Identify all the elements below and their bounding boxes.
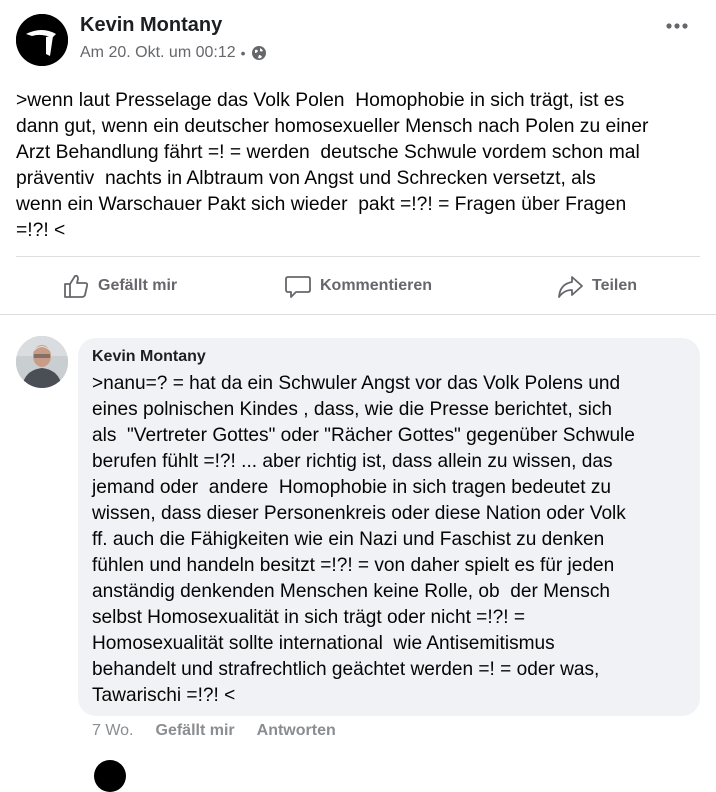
globe-icon[interactable]	[251, 45, 267, 61]
post-body-text: >wenn laut Presselage das Volk Polen Hom…	[16, 90, 649, 241]
more-horizontal-icon[interactable]	[662, 16, 692, 36]
comment-bubble-icon	[285, 276, 311, 298]
like-button-label: Gefällt mir	[98, 277, 178, 294]
comment-button-label: Kommentieren	[320, 277, 433, 294]
comment-reply-link[interactable]: Antworten	[257, 722, 336, 740]
comment-button[interactable]: Kommentieren	[284, 258, 432, 314]
meta-separator: •	[240, 45, 246, 61]
share-button-label: Teilen	[592, 277, 638, 294]
comment-author-name[interactable]: Kevin Montany	[92, 348, 206, 366]
post-author-name[interactable]: Kevin Montany	[80, 14, 222, 37]
profile-photo	[16, 336, 68, 388]
post-action-bar: Gefällt mir Kommentieren Teilen	[16, 258, 700, 314]
comment-age[interactable]: 7 Wo.	[92, 722, 134, 740]
share-arrow-icon	[558, 276, 583, 298]
comment-like-link[interactable]: Gefällt mir	[156, 722, 235, 740]
like-button[interactable]: Gefällt mir	[62, 258, 177, 314]
divider	[0, 314, 716, 315]
post-timestamp[interactable]: Am 20. Okt. um 00:12	[80, 44, 236, 62]
thumbs-up-icon	[64, 274, 89, 298]
post-meta: Am 20. Okt. um 00:12 •	[80, 44, 267, 62]
comment-author-avatar[interactable]	[16, 336, 68, 388]
post-header: Kevin Montany Am 20. Okt. um 00:12 •	[16, 12, 700, 68]
comment-actions: 7 Wo. Gefällt mir Antworten	[92, 720, 336, 742]
comment-bubble: Kevin Montany >nanu=? = hat da ein Schwu…	[78, 338, 700, 716]
share-button[interactable]: Teilen	[556, 258, 637, 314]
comment-body-text: >nanu=? = hat da ein Schwuler Angst vor …	[92, 373, 635, 706]
avatar-logo-icon	[16, 14, 68, 66]
divider	[16, 256, 700, 257]
next-comment-avatar[interactable]	[94, 760, 126, 792]
author-avatar[interactable]	[16, 14, 68, 66]
